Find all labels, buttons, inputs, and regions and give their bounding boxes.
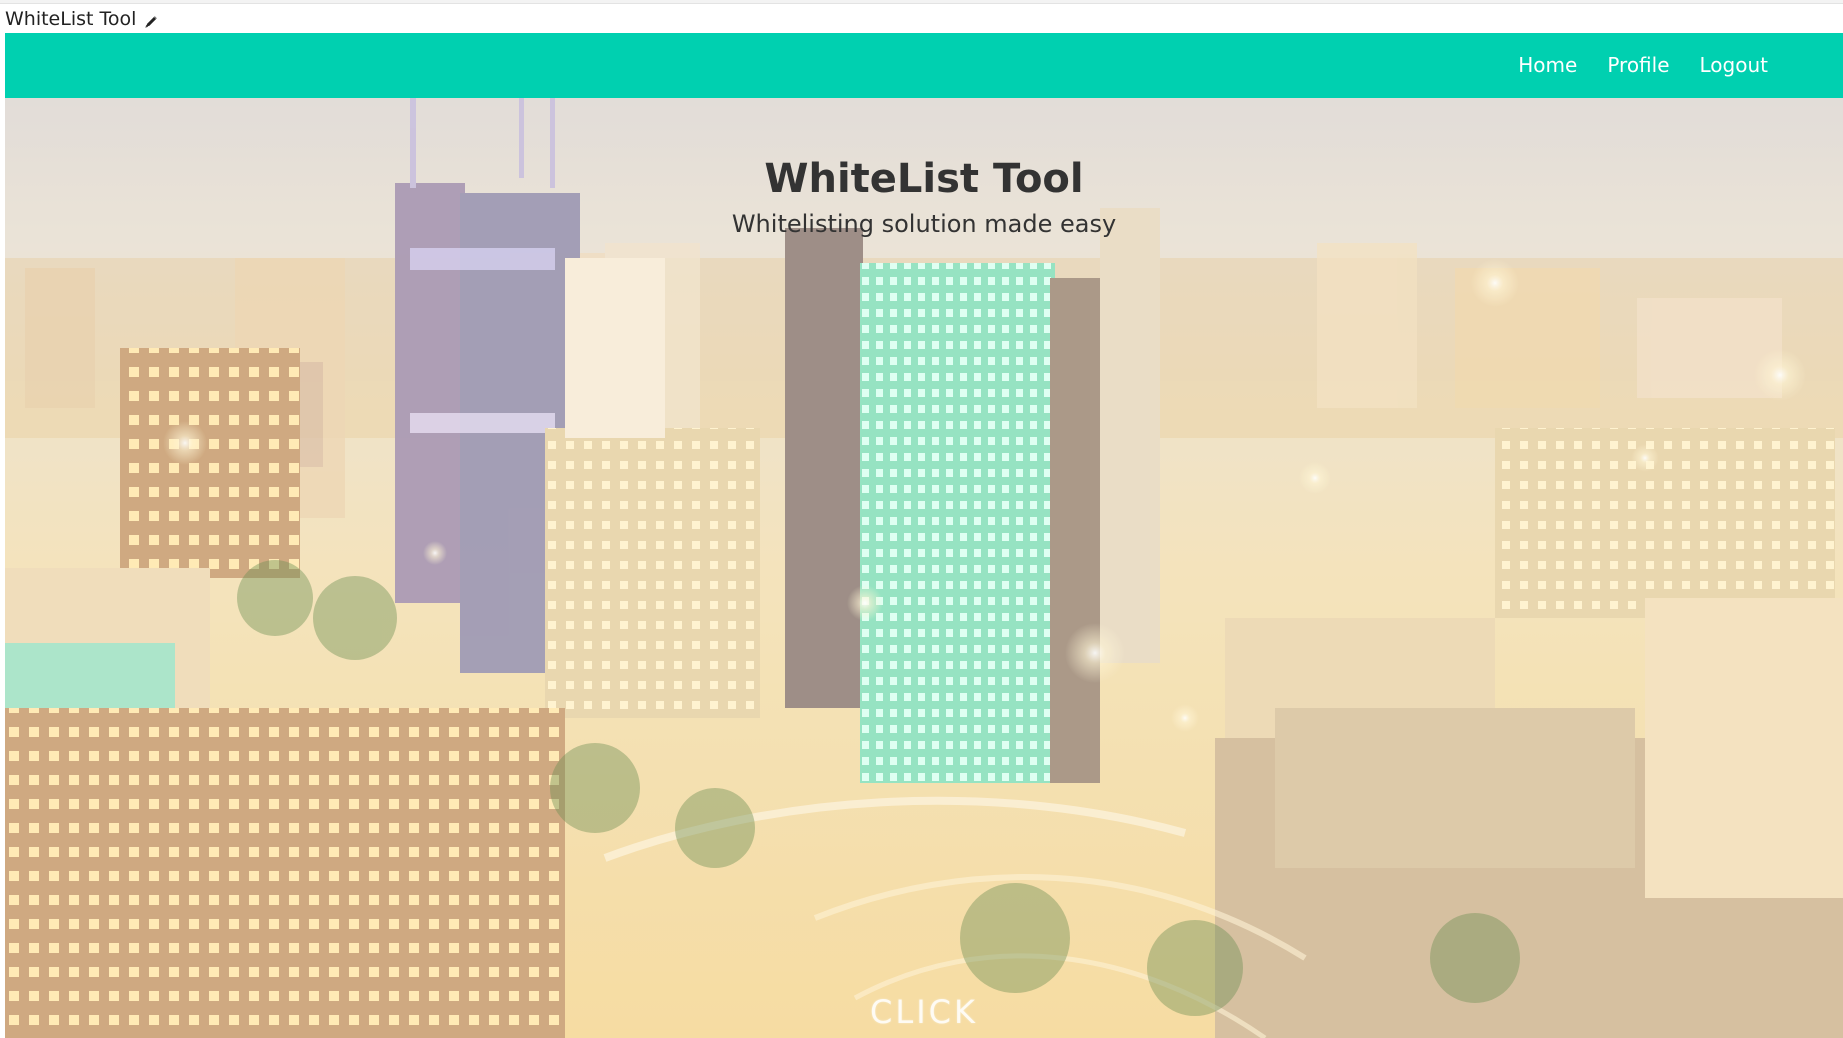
hero-title: WhiteList Tool xyxy=(764,156,1084,202)
home-link[interactable]: Home xyxy=(1518,33,1577,98)
hero-section: WhiteList Tool Whitelisting solution mad… xyxy=(5,98,1843,1038)
top-navbar: Home Profile Logout xyxy=(5,33,1843,98)
page-title: WhiteList Tool xyxy=(5,8,137,30)
page: WhiteList Tool Home Profile Logout White… xyxy=(0,0,1843,1038)
hero-subtitle: Whitelisting solution made easy xyxy=(731,210,1117,238)
browser-top-border xyxy=(0,0,1843,4)
profile-link[interactable]: Profile xyxy=(1607,33,1669,98)
click-button[interactable]: CLICK xyxy=(5,993,1843,1031)
city-background-image xyxy=(5,98,1843,1038)
pencil-icon xyxy=(143,11,159,28)
page-title-bar: WhiteList Tool xyxy=(5,6,159,32)
nav-links: Home Profile Logout xyxy=(1518,33,1768,98)
logout-link[interactable]: Logout xyxy=(1700,33,1768,98)
